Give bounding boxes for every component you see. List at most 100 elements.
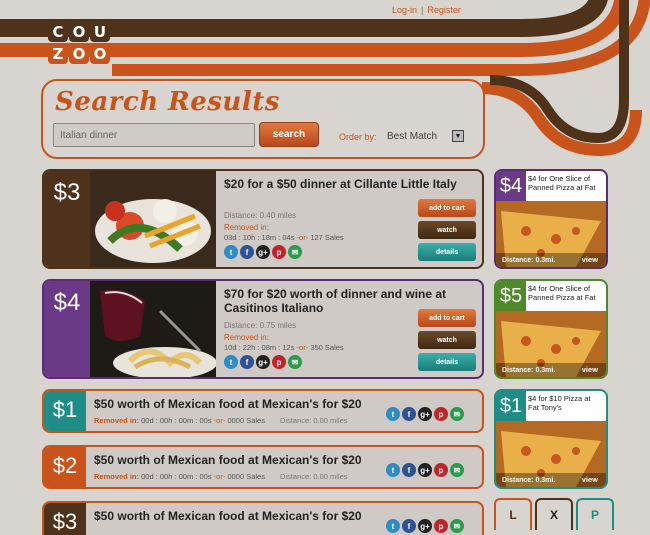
email-icon[interactable]: ✉ <box>450 463 464 477</box>
logo-letter: O <box>69 22 89 42</box>
facebook-icon[interactable]: f <box>402 463 416 477</box>
logo-letter: U <box>90 22 110 42</box>
top-links: Log-in | Register <box>392 5 461 15</box>
details-button[interactable]: details <box>418 353 476 371</box>
countdown-time: 00d : 00h : 00m : 00s <box>141 472 212 481</box>
distance-value: 0.75 miles <box>259 321 297 330</box>
twitter-icon[interactable]: t <box>386 519 400 533</box>
sales-count: 127 Sales <box>310 233 344 242</box>
view-link[interactable]: view <box>582 365 598 374</box>
or-label: -or- <box>213 416 226 425</box>
deal-price: $3 <box>44 171 90 267</box>
view-link[interactable]: view <box>582 475 598 484</box>
removed-label: Removed in: <box>94 416 140 425</box>
email-icon[interactable]: ✉ <box>288 245 302 259</box>
deal-title[interactable]: $20 for a $50 dinner at Cillante Little … <box>224 177 474 191</box>
sales-count: 0000 Sales <box>227 416 265 425</box>
page-title: Search Results <box>55 87 280 117</box>
view-link[interactable]: view <box>582 255 598 264</box>
pinterest-icon[interactable]: p <box>434 519 448 533</box>
login-link[interactable]: Log-in <box>392 5 417 15</box>
deal-image <box>90 171 216 267</box>
search-button[interactable]: search <box>259 122 319 147</box>
search-panel: Search Results search Order by: Best Mat… <box>41 79 485 159</box>
logo-letter: Z <box>48 44 68 64</box>
social-share: t f g+ p ✉ <box>386 463 464 477</box>
or-label: -or- <box>213 472 226 481</box>
deal-card[interactable]: $4 $70 for $20 worth of dinner and wine … <box>42 279 484 379</box>
deal-price: $3 <box>44 503 86 535</box>
couzoo-logo[interactable]: C O U Z O O <box>48 22 112 66</box>
deal-title[interactable]: $50 worth of Mexican food at Mexican's f… <box>94 453 362 467</box>
twitter-icon[interactable]: t <box>386 463 400 477</box>
facebook-icon[interactable]: f <box>240 245 254 259</box>
sales-count: 0000 Sales <box>227 472 265 481</box>
order-by-select[interactable]: Best Match <box>387 131 437 142</box>
ad-distance: Distance: 0.3mi. <box>502 477 556 484</box>
search-input[interactable] <box>53 123 255 147</box>
removed-label: Removed in: <box>94 472 140 481</box>
twitter-icon[interactable]: t <box>224 355 238 369</box>
tab-p[interactable]: P <box>576 498 614 530</box>
google-plus-icon[interactable]: g+ <box>418 463 432 477</box>
tab-l[interactable]: L <box>494 498 532 530</box>
ad-distance: Distance: 0.3mi. <box>502 257 556 264</box>
countdown: Removed in: 00d : 00h : 00m : 00s -or- 0… <box>94 472 265 481</box>
social-share: t f g+ p ✉ <box>386 407 464 421</box>
google-plus-icon[interactable]: g+ <box>418 407 432 421</box>
facebook-icon[interactable]: f <box>402 519 416 533</box>
pinterest-icon[interactable]: p <box>272 355 286 369</box>
countdown-time: 00d : 00h : 00m : 00s <box>141 416 212 425</box>
sidebar-ad[interactable]: $1 $4 for $10 Pizza at Fat Tony's Distan… <box>494 389 608 489</box>
deal-title[interactable]: $50 worth of Mexican food at Mexican's f… <box>94 509 362 523</box>
google-plus-icon[interactable]: g+ <box>418 519 432 533</box>
add-to-cart-button[interactable]: add to cart <box>418 309 476 327</box>
deal-title[interactable]: $50 worth of Mexican food at Mexican's f… <box>94 397 362 411</box>
ad-title: $4 for $10 Pizza at Fat Tony's <box>528 394 591 412</box>
deal-price: $1 <box>44 391 86 431</box>
email-icon[interactable]: ✉ <box>450 407 464 421</box>
sidebar-ad[interactable]: $5 $4 for One Slice of Panned Pizza at F… <box>494 279 608 379</box>
watch-button[interactable]: watch <box>418 221 476 239</box>
google-plus-icon[interactable]: g+ <box>256 245 270 259</box>
twitter-icon[interactable]: t <box>224 245 238 259</box>
chevron-down-icon[interactable]: ▼ <box>452 130 464 142</box>
deal-card-compact[interactable]: $2 $50 worth of Mexican food at Mexican'… <box>42 445 484 489</box>
logo-letter: O <box>69 44 89 64</box>
details-button[interactable]: details <box>418 243 476 261</box>
or-label: -or- <box>296 343 309 352</box>
deal-image <box>90 281 216 377</box>
distance-label: Distance: <box>224 211 258 220</box>
ad-title: $4 for One Slice of Panned Pizza at Fat <box>528 284 596 302</box>
link-separator: | <box>421 5 424 15</box>
countdown-time: 10d : 22h : 08m : 12s <box>224 343 295 352</box>
pinterest-icon[interactable]: p <box>272 245 286 259</box>
ad-price: $1 <box>496 391 526 421</box>
register-link[interactable]: Register <box>427 5 461 15</box>
sidebar-ad[interactable]: $4 $4 for One Slice of Panned Pizza at F… <box>494 169 608 269</box>
deal-price: $2 <box>44 447 86 487</box>
deal-card[interactable]: $3 $20 for a $50 dinner at Cillante Litt… <box>42 169 484 269</box>
deal-card-compact[interactable]: $1 $50 worth of Mexican food at Mexican'… <box>42 389 484 433</box>
pinterest-icon[interactable]: p <box>434 463 448 477</box>
deal-actions: add to cart watch details <box>418 199 476 265</box>
order-by-label: Order by: <box>339 132 377 142</box>
twitter-icon[interactable]: t <box>386 407 400 421</box>
ad-price: $5 <box>496 281 526 311</box>
countdown: Removed in: 00d : 00h : 00m : 00s -or- 0… <box>94 416 265 425</box>
facebook-icon[interactable]: f <box>240 355 254 369</box>
email-icon[interactable]: ✉ <box>450 519 464 533</box>
google-plus-icon[interactable]: g+ <box>256 355 270 369</box>
tab-x[interactable]: X <box>535 498 573 530</box>
facebook-icon[interactable]: f <box>402 407 416 421</box>
pinterest-icon[interactable]: p <box>434 407 448 421</box>
distance-value: 0.40 miles <box>259 211 297 220</box>
logo-letter: C <box>48 22 68 42</box>
deal-actions: add to cart watch details <box>418 309 476 375</box>
email-icon[interactable]: ✉ <box>288 355 302 369</box>
watch-button[interactable]: watch <box>418 331 476 349</box>
view-tabs: L X P <box>494 498 617 530</box>
add-to-cart-button[interactable]: add to cart <box>418 199 476 217</box>
ad-title: $4 for One Slice of Panned Pizza at Fat <box>528 174 596 192</box>
deal-card-compact[interactable]: $3 $50 worth of Mexican food at Mexican'… <box>42 501 484 535</box>
